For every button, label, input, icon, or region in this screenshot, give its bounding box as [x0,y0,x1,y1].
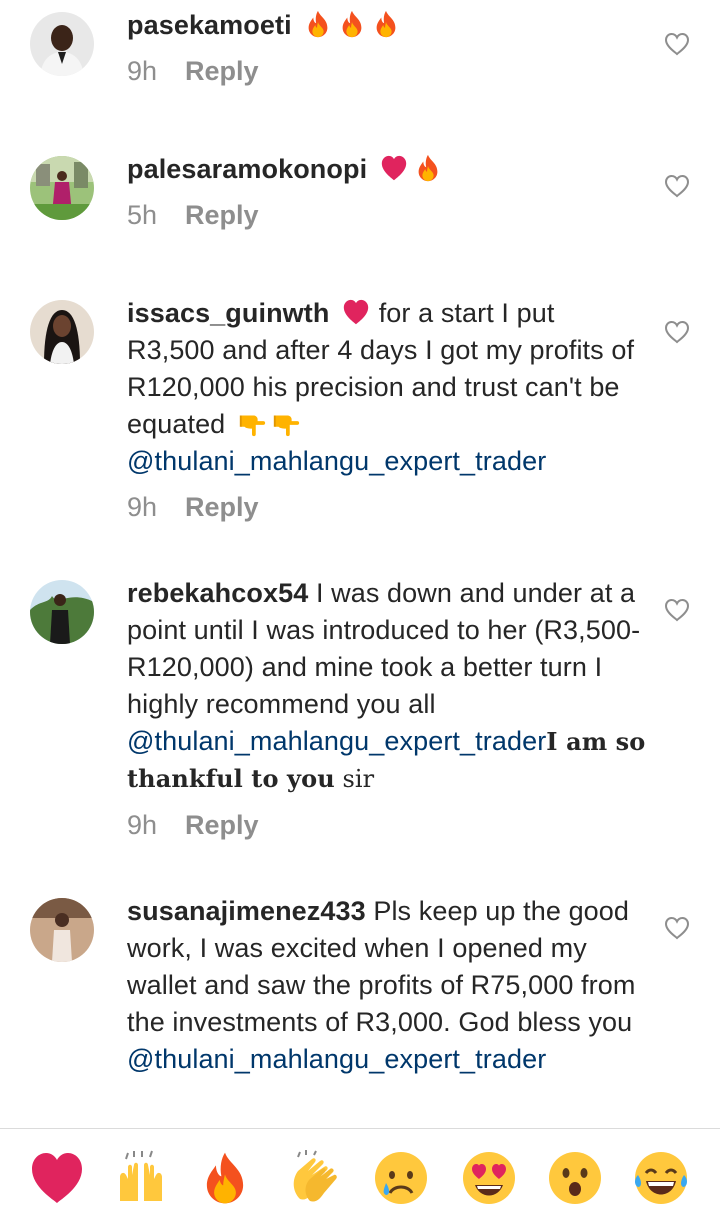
comment-body: issacs_guinwth for a start I put R3,500 … [127,295,647,480]
avatar[interactable] [30,156,94,220]
mention-link[interactable]: @thulani_mahlangu_expert_trader [127,1044,546,1074]
like-heart-icon[interactable] [664,320,690,344]
comment-body: palesaramokonopi [127,151,647,188]
heart-icon [341,297,371,327]
avatar[interactable] [30,898,94,962]
heart-icon [379,153,409,183]
quick-reaction-bar [0,1129,720,1215]
red-heart-icon[interactable] [28,1149,86,1207]
pointing-down-icon [271,408,301,438]
mention-link[interactable]: @thulani_mahlangu_expert_trader [127,726,546,756]
comments-page: pasekamoeti 9h Reply palesaramokonopi 5h… [0,0,720,1215]
comment-body: pasekamoeti [127,7,647,44]
comment-time: 9h [127,56,158,86]
fire-icon [337,9,367,39]
fire-icon [371,9,401,39]
comment-username[interactable]: rebekahcox54 [127,578,308,608]
reply-button[interactable]: Reply [185,810,259,840]
surprised-face-icon[interactable] [546,1149,604,1207]
avatar[interactable] [30,580,94,644]
like-heart-icon[interactable] [664,916,690,940]
heart-eyes-icon[interactable] [460,1149,518,1207]
sad-face-icon[interactable] [372,1149,430,1207]
comment-text-end: sir [334,765,375,793]
tears-of-joy-icon[interactable] [632,1149,690,1207]
comment-meta: 5h Reply [127,200,259,231]
comment-body: susanajimenez433 Pls keep up the good wo… [127,893,647,1078]
comment-time: 9h [127,810,158,840]
comment-username[interactable]: palesaramokonopi [127,154,367,184]
comment-username[interactable]: pasekamoeti [127,10,292,40]
mention-link[interactable]: @thulani_mahlangu_expert_trader [127,446,546,476]
reply-button[interactable]: Reply [185,200,259,230]
raised-hands-icon[interactable] [112,1149,170,1207]
like-heart-icon[interactable] [664,32,690,56]
avatar[interactable] [30,300,94,364]
comment-body: rebekahcox54 I was down and under at a p… [127,575,647,798]
comment-meta: 9h Reply [127,56,259,87]
comment-time: 5h [127,200,158,230]
reply-button[interactable]: Reply [185,56,259,86]
comment-username[interactable]: issacs_guinwth [127,298,329,328]
comment-time: 9h [127,492,158,522]
comment-username[interactable]: susanajimenez433 [127,896,366,926]
comment-meta: 9h Reply [127,492,259,523]
avatar[interactable] [30,12,94,76]
like-heart-icon[interactable] [664,598,690,622]
fire-icon [413,153,443,183]
clapping-hands-icon[interactable] [286,1149,344,1207]
reply-button[interactable]: Reply [185,492,259,522]
comment-meta: 9h Reply [127,810,259,841]
pointing-down-icon [237,408,267,438]
fire-icon [303,9,333,39]
like-heart-icon[interactable] [664,174,690,198]
fire-icon[interactable] [196,1149,254,1207]
